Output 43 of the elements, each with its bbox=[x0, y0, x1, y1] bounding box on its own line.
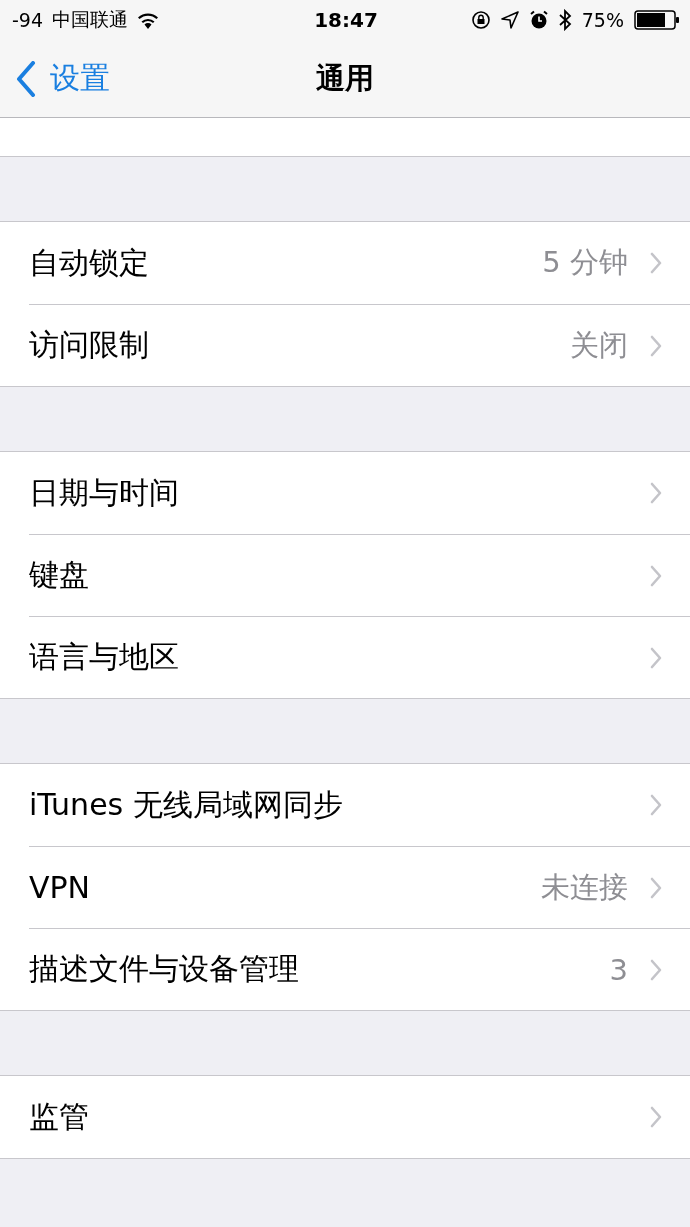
carrier-name: 中国联通 bbox=[52, 7, 129, 32]
row-value: 未连接 bbox=[541, 868, 628, 906]
location-arrow-icon bbox=[500, 11, 519, 29]
row-label: 访问限制 bbox=[29, 326, 150, 364]
chevron-icon bbox=[650, 252, 662, 274]
chevron-icon bbox=[650, 482, 662, 504]
chevron-icon bbox=[650, 794, 662, 816]
back-button[interactable]: 设置 bbox=[0, 58, 110, 99]
row-label: VPN bbox=[29, 870, 92, 905]
battery-icon bbox=[634, 10, 680, 30]
settings-row[interactable]: 语言与地区 bbox=[29, 616, 690, 698]
chevron-icon bbox=[650, 564, 662, 587]
row-label: 监管 bbox=[29, 1097, 90, 1136]
back-chevron-icon bbox=[16, 60, 36, 97]
wifi-icon bbox=[137, 11, 160, 29]
row-label: 描述文件与设备管理 bbox=[29, 950, 300, 988]
signal-strength: -94 bbox=[12, 9, 44, 31]
rotation-lock-icon bbox=[470, 10, 491, 30]
settings-row[interactable]: iTunes 无线局域网同步 bbox=[29, 764, 690, 846]
chevron-icon bbox=[650, 1106, 662, 1128]
settings-row[interactable]: 描述文件与设备管理 3 bbox=[29, 928, 690, 1010]
row-label: 语言与地区 bbox=[29, 638, 180, 676]
row-value: 3 bbox=[609, 952, 628, 987]
battery-percentage: 75% bbox=[581, 9, 624, 31]
alarm-clock-icon bbox=[528, 10, 549, 30]
settings-row[interactable]: 日期与时间 bbox=[29, 452, 690, 534]
row-value: 5 分钟 bbox=[542, 244, 628, 281]
row-label: 自动锁定 bbox=[29, 243, 150, 282]
chevron-icon bbox=[650, 646, 662, 669]
row-label: iTunes 无线局域网同步 bbox=[29, 785, 344, 824]
row-label: 键盘 bbox=[29, 556, 90, 594]
chevron-icon bbox=[650, 958, 662, 981]
settings-row[interactable]: VPN 未连接 bbox=[29, 846, 690, 928]
row-value: 关闭 bbox=[570, 326, 628, 364]
clock-time: 18:47 bbox=[314, 8, 378, 32]
row-label: 日期与时间 bbox=[29, 473, 180, 512]
screen-title: 通用 bbox=[316, 59, 374, 97]
settings-row[interactable]: 键盘 bbox=[29, 534, 690, 616]
chevron-icon bbox=[650, 876, 662, 899]
chevron-icon bbox=[650, 334, 662, 357]
bluetooth-icon bbox=[558, 9, 572, 31]
settings-row[interactable]: 自动锁定 5 分钟 bbox=[29, 222, 690, 304]
settings-row[interactable]: 访问限制 关闭 bbox=[29, 304, 690, 386]
